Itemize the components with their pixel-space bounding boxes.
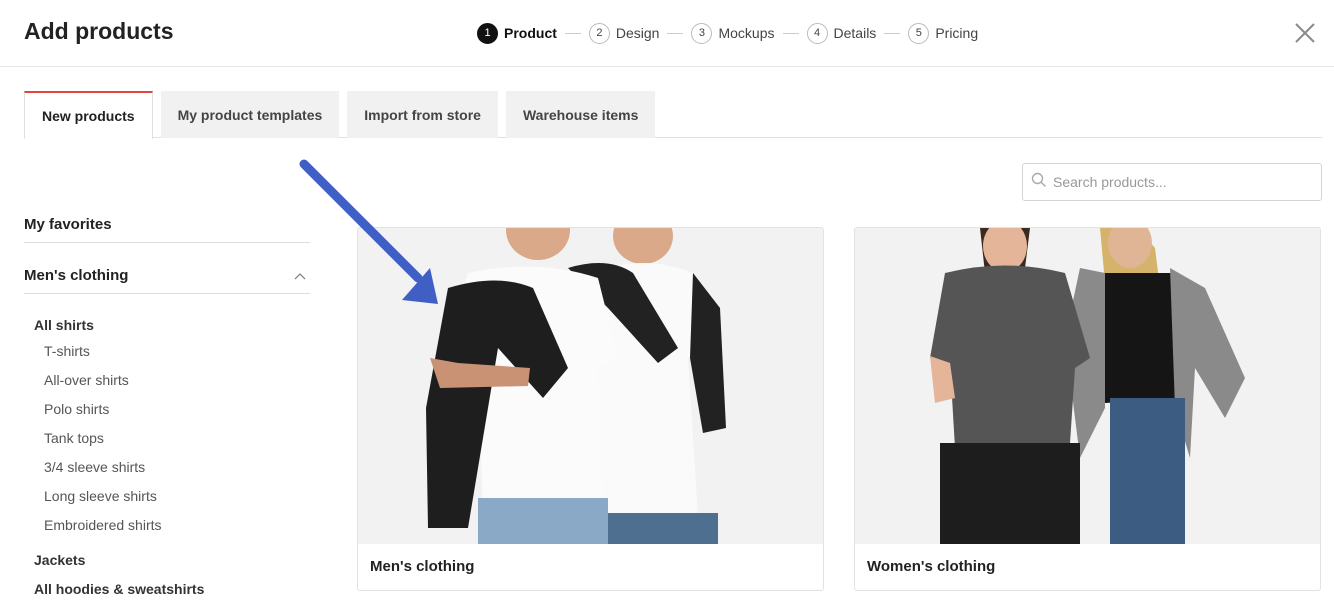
sidebar-item-tank-tops[interactable]: Tank tops — [24, 423, 310, 452]
stepper: 1 Product 2 Design 3 Mockups 4 Details 5… — [477, 22, 978, 44]
sidebar-item-all-hoodies-sweatshirts[interactable]: All hoodies & sweatshirts — [24, 574, 310, 602]
step-label: Product — [504, 25, 557, 41]
step-separator — [884, 32, 901, 34]
step-details[interactable]: 4 Details — [806, 22, 877, 44]
search-box — [1022, 163, 1322, 201]
category-sidebar: My favorites Men's clothing All shirts T… — [24, 205, 310, 602]
step-label: Details — [833, 25, 877, 41]
step-pricing[interactable]: 5 Pricing — [908, 22, 979, 44]
step-number: 5 — [908, 22, 930, 44]
sidebar-item-3-4-sleeve-shirts[interactable]: 3/4 sleeve shirts — [24, 452, 310, 481]
tab-import-from-store[interactable]: Import from store — [347, 91, 498, 138]
sidebar-item-mens-clothing[interactable]: Men's clothing — [24, 256, 310, 294]
step-number: 1 — [477, 22, 498, 44]
sidebar-item-all-shirts[interactable]: All shirts — [24, 314, 310, 336]
search-input[interactable] — [1053, 174, 1313, 190]
step-number: 2 — [588, 22, 610, 44]
step-mockups[interactable]: 3 Mockups — [691, 22, 775, 44]
step-separator — [667, 32, 684, 34]
card-label: Women's clothing — [867, 558, 996, 575]
step-design[interactable]: 2 Design — [588, 22, 660, 44]
close-icon[interactable] — [1294, 22, 1316, 44]
mens-clothing-image — [358, 228, 823, 544]
step-separator — [564, 32, 581, 34]
modal-header: Add products 1 Product 2 Design 3 Mockup… — [0, 0, 1334, 67]
product-source-tabs: New products My product templates Import… — [24, 91, 1322, 139]
step-label: Mockups — [718, 25, 775, 41]
category-list: All shirts T-shirts All-over shirts Polo… — [24, 294, 310, 602]
sidebar-item-t-shirts[interactable]: T-shirts — [24, 336, 310, 365]
step-product[interactable]: 1 Product — [477, 22, 557, 44]
step-label: Pricing — [935, 25, 979, 41]
card-label: Men's clothing — [370, 558, 475, 575]
sidebar-item-polo-shirts[interactable]: Polo shirts — [24, 394, 310, 423]
tab-my-product-templates[interactable]: My product templates — [160, 91, 340, 138]
page-title: Add products — [24, 18, 174, 44]
step-number: 4 — [806, 22, 828, 44]
sidebar-item-my-favorites[interactable]: My favorites — [24, 205, 310, 243]
chevron-up-icon[interactable] — [294, 267, 306, 284]
search-icon — [1031, 172, 1047, 193]
product-card-mens-clothing[interactable]: Men's clothing — [357, 227, 824, 591]
sidebar-item-long-sleeve-shirts[interactable]: Long sleeve shirts — [24, 481, 310, 510]
step-number: 3 — [691, 22, 713, 44]
step-label: Design — [615, 25, 660, 41]
tab-warehouse-items[interactable]: Warehouse items — [505, 91, 656, 138]
sidebar-section-label: My favorites — [24, 216, 112, 233]
sidebar-item-embroidered-shirts[interactable]: Embroidered shirts — [24, 510, 310, 539]
product-card-womens-clothing[interactable]: Women's clothing — [854, 227, 1321, 591]
sidebar-item-all-over-shirts[interactable]: All-over shirts — [24, 365, 310, 394]
sidebar-item-jackets[interactable]: Jackets — [24, 545, 310, 574]
tab-new-products[interactable]: New products — [24, 91, 153, 139]
sidebar-section-label: Men's clothing — [24, 267, 129, 284]
womens-clothing-image — [855, 228, 1320, 544]
step-separator — [782, 32, 799, 34]
